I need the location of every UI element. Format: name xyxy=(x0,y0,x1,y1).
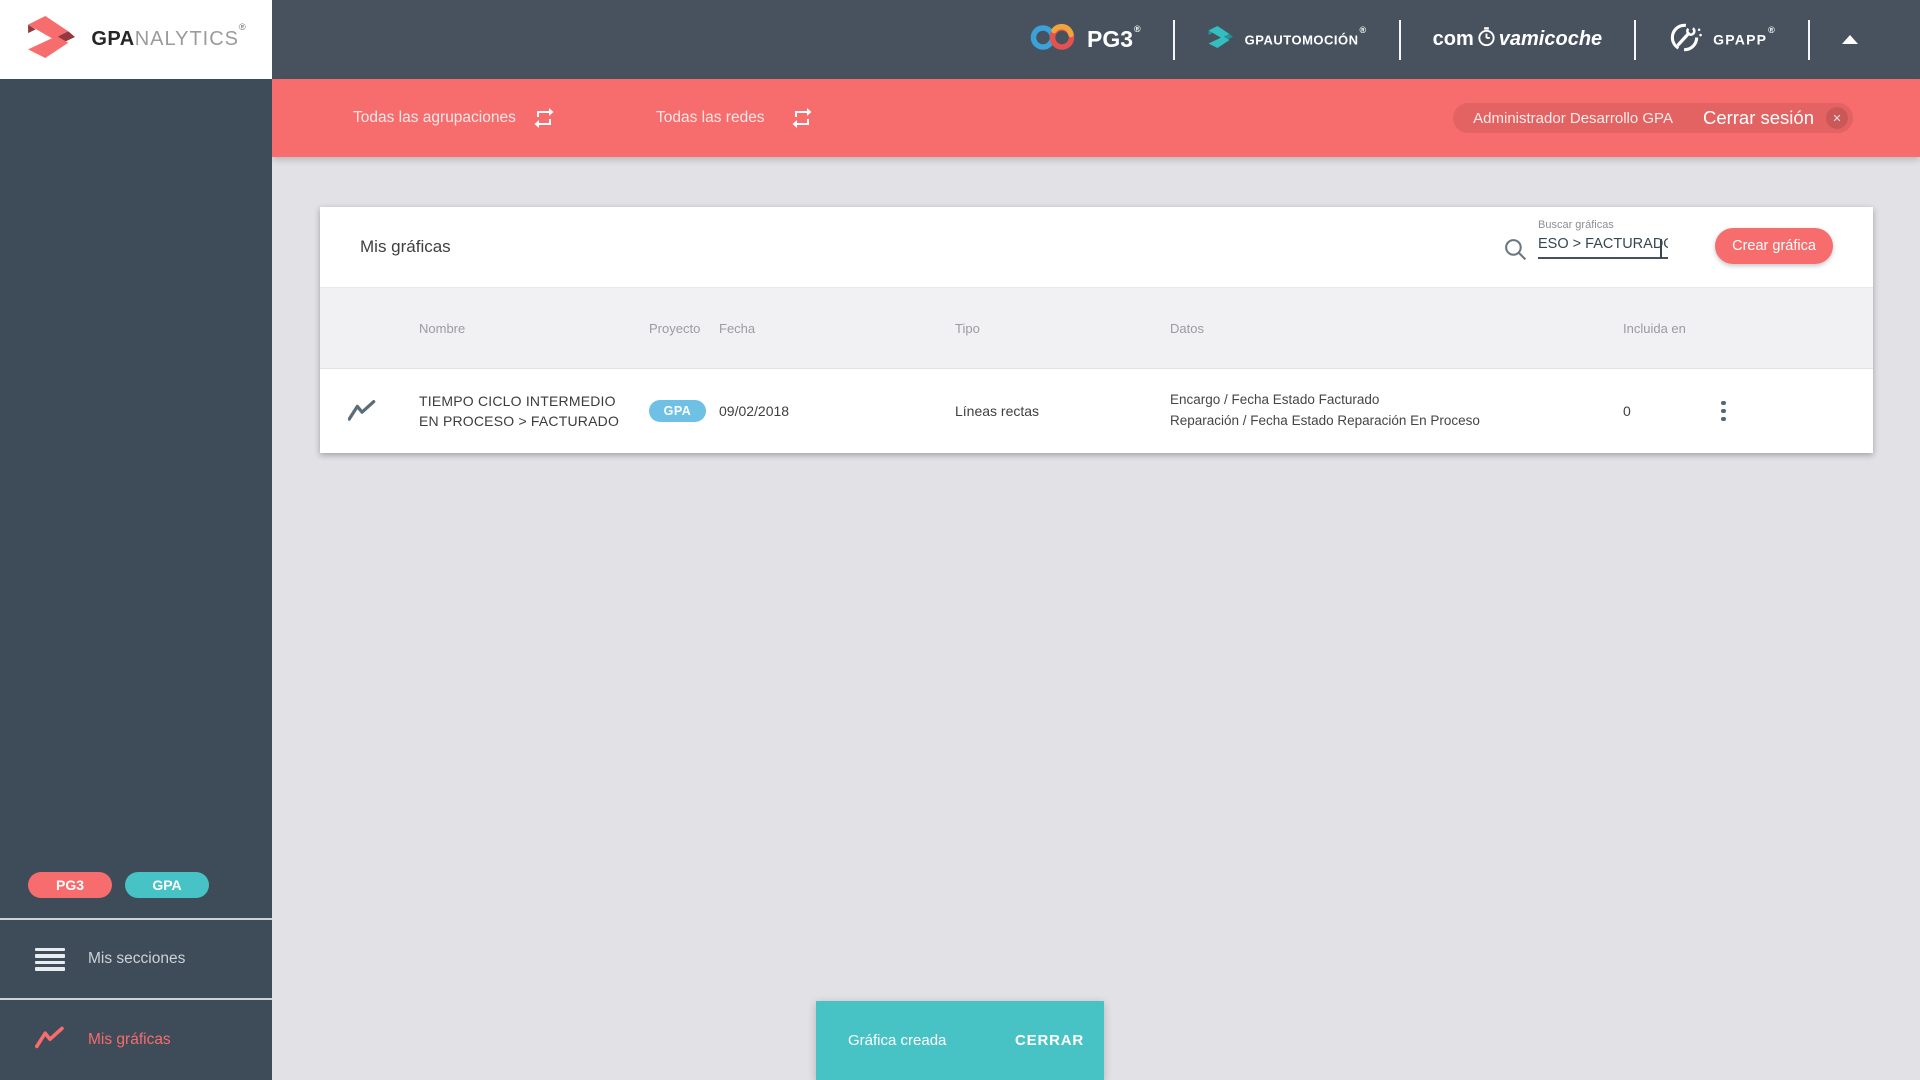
chart-type: Líneas rectas xyxy=(955,403,1040,419)
search-field-label: Buscar gráficas xyxy=(1538,219,1614,231)
filter-agrupaciones[interactable]: Todas las agrupaciones xyxy=(353,79,516,157)
chart-data-cell: Encargo / Fecha Estado Facturado Reparac… xyxy=(1170,390,1623,432)
sidebar-item-mis-secciones[interactable]: Mis secciones xyxy=(0,920,272,998)
brand-comovamicoche[interactable]: com vamicoche xyxy=(1432,26,1603,54)
chart-data-line: Reparación / Fecha Estado Reparación En … xyxy=(1170,413,1480,428)
brand-gpautomocion-label: GPAUTOMOCIÓN® xyxy=(1244,25,1367,48)
toast-close-button[interactable]: CERRAR xyxy=(1009,1031,1090,1050)
chart-date: 09/02/2018 xyxy=(719,403,790,419)
page-title: Mis gráficas xyxy=(360,237,451,256)
chart-type-icon-cell xyxy=(320,399,419,423)
search-input[interactable] xyxy=(1538,234,1668,259)
brand-gpapp[interactable]: GPAPP® xyxy=(1668,20,1776,60)
table-row[interactable]: TIEMPO CICLO INTERMEDIO EN PROCESO > FAC… xyxy=(320,369,1873,453)
trend-icon xyxy=(35,1026,65,1055)
header-cell-fecha: Fecha xyxy=(719,320,756,336)
menu-icon xyxy=(35,947,65,971)
table-header-row: Nombre Proyecto Fecha Tipo Datos Incluid… xyxy=(320,287,1873,369)
header-cell-nombre: Nombre xyxy=(419,320,466,336)
search-icon[interactable] xyxy=(1503,237,1528,267)
kebab-menu-icon[interactable] xyxy=(1717,395,1739,428)
text-cursor xyxy=(1660,239,1662,258)
header-divider xyxy=(1808,19,1810,60)
sidebar-item-mis-graficas[interactable]: Mis gráficas xyxy=(0,1000,272,1080)
project-cell: GPA xyxy=(649,400,719,422)
header-cell-datos: Datos xyxy=(1170,320,1204,336)
row-actions-cell xyxy=(1717,395,1873,428)
badge-pg3[interactable]: PG3 xyxy=(28,872,112,898)
filter-redes[interactable]: Todas las redes xyxy=(656,79,765,157)
swap-icon[interactable] xyxy=(790,106,814,130)
filter-bar: Todas las agrupaciones Todas las redes A… xyxy=(272,79,1920,157)
app-screen: PG3® GPAUTOMOCIÓN® com vamicoche GPAPP® … xyxy=(0,0,1920,1080)
card-toolbar: Mis gráficas Buscar gráficas Crear gráfi… xyxy=(320,207,1873,287)
sidebar-item-label: Mis gráficas xyxy=(88,1031,171,1048)
logout-button[interactable]: Cerrar sesión xyxy=(1703,107,1814,129)
sidebar-item-label: Mis secciones xyxy=(88,950,186,967)
user-session-pill: Administrador Desarrollo GPA Cerrar sesi… xyxy=(1453,103,1853,133)
brand-com-label: com xyxy=(1432,28,1474,50)
gpa-arrow-icon xyxy=(25,15,79,64)
infinity-icon xyxy=(1029,21,1077,59)
user-name: Administrador Desarrollo GPA xyxy=(1473,109,1673,127)
toast-message: Gráfica creada xyxy=(848,1032,947,1049)
toast-notification: Gráfica creada CERRAR xyxy=(816,1001,1104,1080)
trend-icon xyxy=(348,400,376,421)
header-divider xyxy=(1172,19,1175,60)
swap-icon[interactable] xyxy=(532,106,556,130)
caret-up-icon[interactable] xyxy=(1842,35,1858,44)
header-cell-proyecto: Proyecto xyxy=(649,320,701,336)
create-chart-button[interactable]: Crear gráfica xyxy=(1715,228,1833,264)
chart-name: TIEMPO CICLO INTERMEDIO EN PROCESO > FAC… xyxy=(419,392,620,429)
brand-pg3-label: PG3® xyxy=(1086,24,1141,52)
chart-data-line: Encargo / Fecha Estado Facturado xyxy=(1170,392,1380,408)
header-divider xyxy=(1398,19,1401,60)
platform-badges: PG3 GPA xyxy=(0,872,272,918)
stopwatch-icon xyxy=(1476,26,1497,54)
sidebar-bottom: PG3 GPA Mis secciones Mis gráficas xyxy=(0,872,272,1080)
sidebar: GPANALYTICS® PG3 GPA Mis secciones Mis g… xyxy=(0,0,272,1080)
gauge-wrench-icon xyxy=(1668,20,1703,60)
search-field: Buscar gráficas xyxy=(1538,219,1668,259)
brand-gpautomocion[interactable]: GPAUTOMOCIÓN® xyxy=(1207,25,1367,54)
top-header: PG3® GPAUTOMOCIÓN® com vamicoche GPAPP® xyxy=(272,0,1920,79)
app-logo[interactable]: GPANALYTICS® xyxy=(0,0,272,79)
brand-pg3[interactable]: PG3® xyxy=(1029,21,1141,59)
brand-vamicoche-label: vamicoche xyxy=(1498,28,1603,50)
included-in-count: 0 xyxy=(1623,403,1631,419)
teal-arrow-icon xyxy=(1207,25,1235,54)
charts-card: Mis gráficas Buscar gráficas Crear gráfi… xyxy=(320,207,1873,453)
brand-gpapp-label: GPAPP® xyxy=(1713,25,1776,48)
badge-gpa[interactable]: GPA xyxy=(125,872,209,898)
app-logo-wordmark: GPANALYTICS® xyxy=(91,22,247,50)
header-divider xyxy=(1634,19,1637,60)
header-cell-tipo: Tipo xyxy=(955,320,980,336)
close-circle-icon[interactable]: ✕ xyxy=(1826,107,1848,129)
header-cell-incluida-en: Incluida en xyxy=(1623,320,1686,336)
project-badge: GPA xyxy=(649,400,706,422)
